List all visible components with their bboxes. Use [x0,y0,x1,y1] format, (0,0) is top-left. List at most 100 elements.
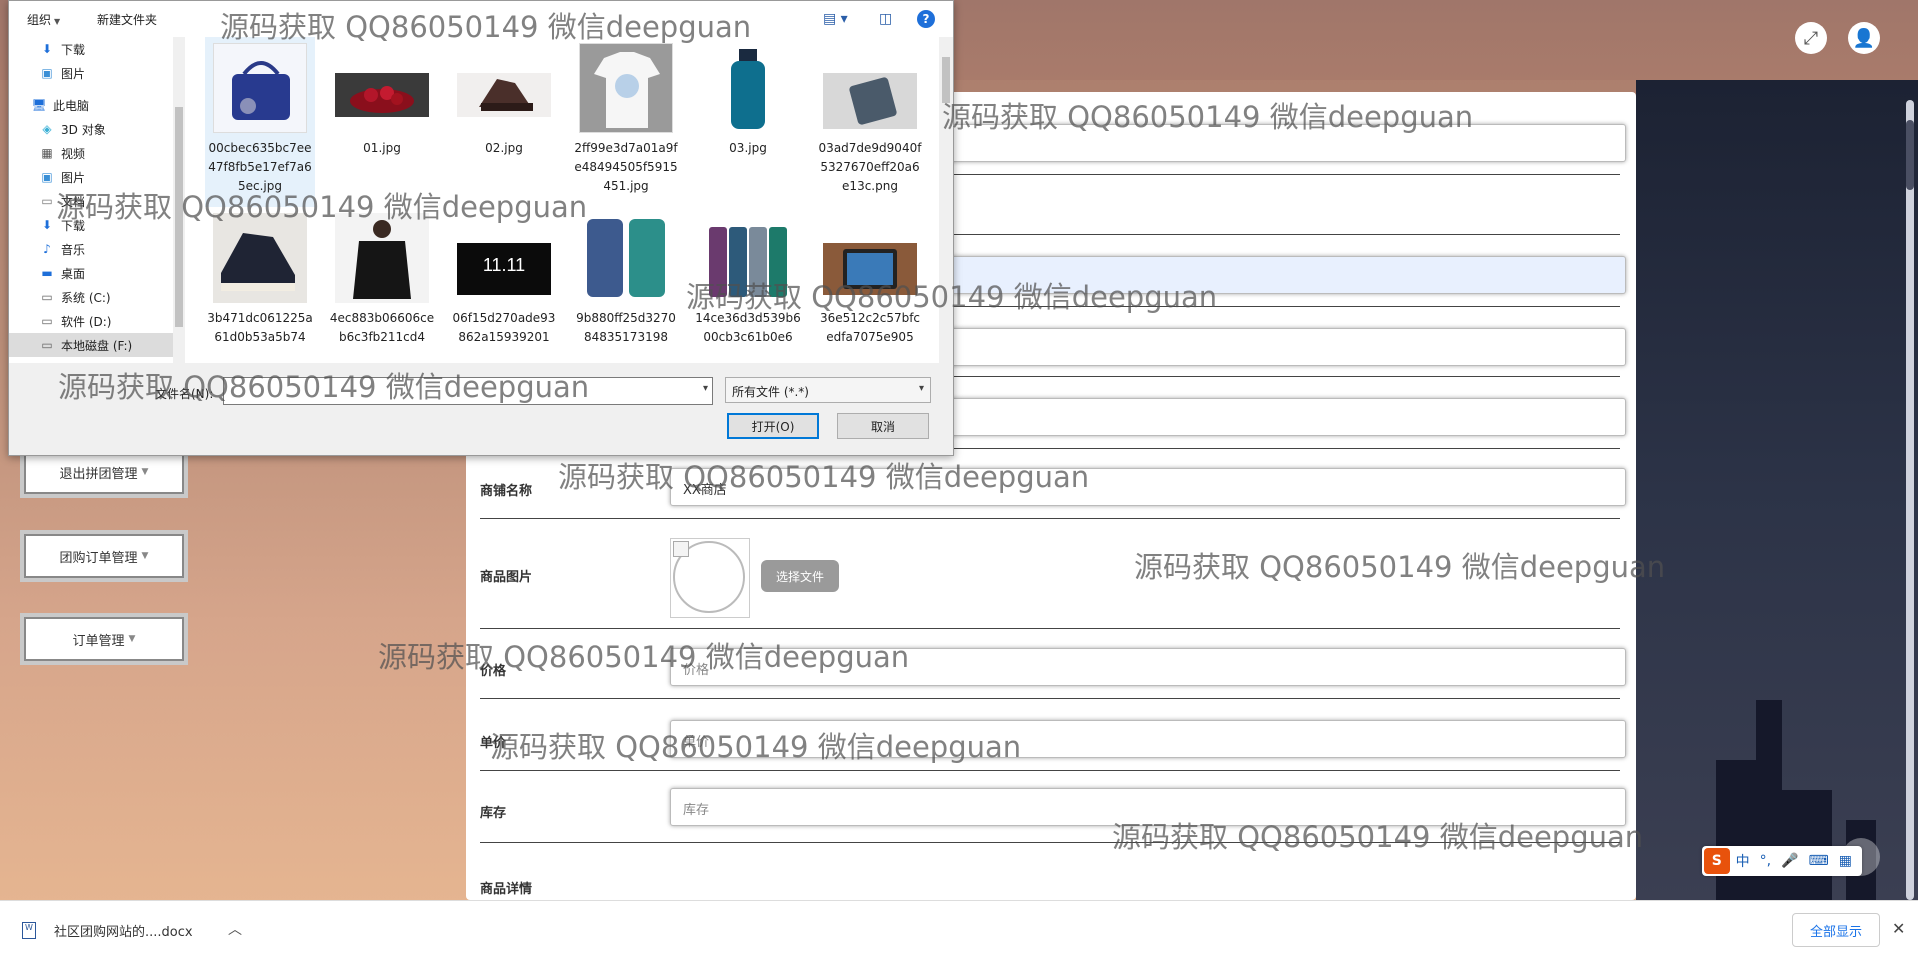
tree-item-documents[interactable]: ▭ 文档 [9,189,181,213]
choose-file-button[interactable]: 选择文件 [761,560,839,592]
tree-item-label: 此电脑 [53,98,90,113]
stock-input[interactable]: 库存 [670,788,1626,826]
sidebar-item-orders[interactable]: 订单管理 ▼ [20,613,188,665]
filetype-select[interactable]: 所有文件 (*.*) ▾ [725,377,931,403]
pictures-icon: ▣ [41,66,53,80]
file-item[interactable]: 00cbec635bc7ee47f8fb5e17ef7a65ec.jpg [205,37,315,207]
tree-item-drive-c[interactable]: ▭ 系统 (C:) [9,285,181,309]
file-thumbnail-tshirt [579,43,673,133]
tree-item-pictures-2[interactable]: ▣ 图片 [9,165,181,189]
file-item[interactable]: 2ff99e3d7a01a9fe48494505f5915451.jpg [571,37,681,207]
unit-price-input[interactable]: 单价 [670,720,1626,758]
file-item[interactable]: 14ce36d3d539b600cb3c61b0e6 [693,207,803,363]
tree-item-videos[interactable]: ▦ 视频 [9,141,181,165]
tree-item-this-pc[interactable]: 🖥 此电脑 [9,93,181,117]
navigation-tree: ⬇下载📌 ▣图片📌 🖥此电脑 ◈3D 对象 ▦视频 ▣图片 ▭文档 ⬇下载 ♪音… [9,37,181,363]
tree-item-drive-d[interactable]: ▭ 软件 (D:) [9,309,181,333]
ime-language[interactable]: 中 [1736,851,1750,871]
file-thumbnail-black-tshirt [335,213,429,303]
file-thumbnail-massage-chair [457,43,551,133]
preview-pane-icon[interactable]: ◫ [879,11,892,27]
microphone-icon[interactable]: 🎤 [1781,853,1798,869]
file-name: 14ce36d3d539b600cb3c61b0e6 [695,311,801,344]
keyboard-icon[interactable]: ⌨ [1809,853,1829,869]
unit-price-label: 单价 [480,736,507,751]
help-icon[interactable]: ? [917,10,935,28]
sidebar-item-label: 团购订单管理 [59,550,138,566]
apps-grid-icon[interactable]: ▦ [1839,853,1852,869]
tree-scrollbar[interactable] [173,37,185,363]
tree-item-label: 下载 [61,218,86,233]
file-thumbnail-shampoo [701,43,795,133]
file-item[interactable]: 02.jpg [449,37,559,207]
background-city-image [1636,80,1918,900]
tree-item-downloads-2[interactable]: ⬇ 下载 [9,213,181,237]
tree-item-label: 本地磁盘 (F:) [61,338,133,353]
open-button[interactable]: 打开(O) [727,413,819,439]
form-row-shop: 商铺名称 XX商店 [480,448,1626,519]
product-image-preview [670,538,750,618]
dialog-toolbar: 组织 ▼ 新建文件夹 ▤ ▾ ◫ ? [9,1,953,37]
organize-label: 组织 [27,13,52,27]
pictures-icon: ▣ [41,170,53,184]
download-bar: W 社区团购网站的....docx ︿ 全部显示 ✕ [0,900,1918,959]
file-item[interactable]: 3b471dc061225a61d0b53a5b74 [205,207,315,363]
chevron-up-icon[interactable]: ︿ [228,919,242,939]
file-name: 02.jpg [485,141,523,155]
file-item[interactable]: 01.jpg [327,37,437,207]
sidebar-item-label: 退出拼团管理 [59,466,138,482]
file-list-scrollbar[interactable] [939,37,953,363]
computer-icon: 🖥 [31,98,47,112]
tree-item-label: 系统 (C:) [61,290,111,305]
download-item[interactable]: W 社区团购网站的....docx [22,921,193,940]
caret-down-icon: ▼ [141,467,149,477]
tree-item-pictures[interactable]: ▣图片📌 [9,61,181,85]
caret-down-icon: ▼ [141,551,149,561]
file-item[interactable]: 4ec883b06606ceb6c3fb211cd4 [327,207,437,363]
user-icon[interactable]: 👤 [1848,22,1880,54]
organize-menu[interactable]: 组织 ▼ [27,11,60,28]
price-input[interactable]: 价格 [670,648,1626,686]
product-image-label: 商品图片 [480,570,533,585]
tree-item-label: 3D 对象 [61,122,106,137]
filename-input[interactable]: ▾ [223,377,713,405]
file-item[interactable]: 11.11 06f15d270ade93862a15939201 [449,207,559,363]
file-item[interactable]: 03.jpg [693,37,803,207]
sogou-logo-icon[interactable]: S [1704,848,1730,874]
tree-item-music[interactable]: ♪ 音乐 [9,237,181,261]
cancel-button[interactable]: 取消 [837,413,929,439]
fullscreen-icon[interactable]: ⤢ [1795,22,1827,54]
tree-item-drive-f[interactable]: ▭ 本地磁盘 (F:) [9,333,181,357]
page-scrollbar[interactable] [1906,100,1914,900]
tree-item-label: 软件 (D:) [61,314,112,329]
sidebar-item-group-orders[interactable]: 团购订单管理 ▼ [20,530,188,582]
show-all-button[interactable]: 全部显示 [1792,913,1880,947]
filename-label: 文件名(N): [155,387,214,401]
price-label: 价格 [480,664,507,679]
close-icon[interactable]: ✕ [1892,919,1905,938]
new-folder-button[interactable]: 新建文件夹 [97,11,157,28]
caret-down-icon: ▼ [128,634,136,644]
tree-item-label: 图片 [61,66,86,81]
file-name: 36e512c2c57bfcedfa7075e905 [819,311,921,344]
form-row-unit: 单价 单价 [480,698,1626,771]
tree-item-desktop[interactable]: ▬ 桌面 [9,261,181,285]
file-item[interactable]: 03ad7de9d9040f5327670eff20a6e13c.png [815,37,925,207]
punctuation-icon[interactable]: °, [1760,853,1771,869]
tree-item-3d-objects[interactable]: ◈ 3D 对象 [9,117,181,141]
sidebar-item-label: 订单管理 [72,633,125,649]
desktop-icon: ▬ [41,266,53,280]
download-file-name: 社区团购网站的....docx [54,925,193,940]
file-item[interactable]: 9b880ff25d327084835173198 [571,207,681,363]
tree-item-label: 下载 [61,42,86,57]
chevron-down-icon[interactable]: ▾ [703,383,708,394]
shop-name-input[interactable]: XX商店 [670,468,1626,506]
chevron-down-icon: ▾ [918,383,924,394]
tree-item-downloads[interactable]: ⬇下载📌 [9,37,181,61]
tree-item-label: 音乐 [61,242,86,257]
tree-item-label: 图片 [61,170,86,185]
view-options-icon[interactable]: ▤ ▾ [823,11,848,27]
drive-icon: ▭ [41,290,53,304]
file-item[interactable]: 36e512c2c57bfcedfa7075e905 [815,207,925,363]
file-thumbnail-phone [823,43,917,133]
